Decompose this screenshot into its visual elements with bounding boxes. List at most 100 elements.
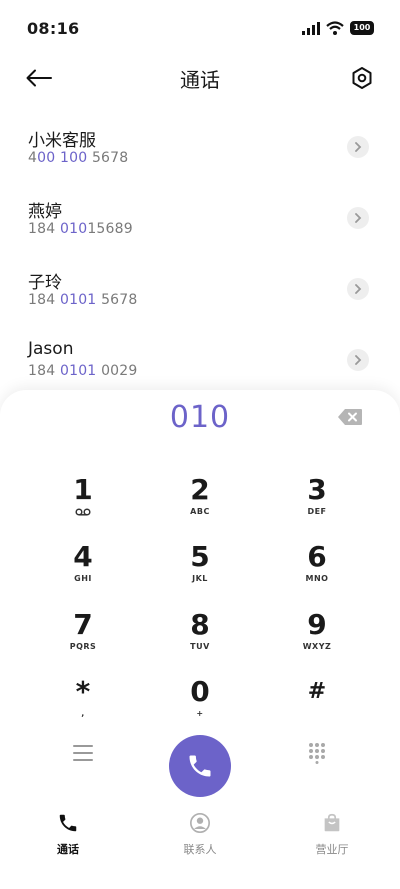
- settings-hexagon-icon: [352, 67, 372, 89]
- contact-row[interactable]: 燕婷 184 01015689: [0, 187, 400, 258]
- key-digit: #: [307, 679, 327, 704]
- page-title: 通话: [180, 67, 220, 92]
- key-4[interactable]: 4 GHI: [38, 541, 128, 597]
- nav-tab-service-hall[interactable]: 营业厅: [292, 812, 372, 857]
- number-suffix: 5678: [87, 150, 129, 166]
- number-suffix: 5678: [96, 292, 138, 308]
- phone-icon: [189, 755, 211, 777]
- bottom-nav: 通话 联系人 营业厅: [0, 812, 400, 862]
- contact-name: 燕婷: [28, 202, 62, 222]
- number-match: 00 100: [37, 150, 88, 166]
- key-9[interactable]: 9 WXYZ: [272, 609, 362, 665]
- chevron-right-icon: [355, 213, 362, 223]
- key-digit: 6: [307, 540, 327, 573]
- key-7[interactable]: 7 PQRS: [38, 609, 128, 665]
- number-match: 010: [59, 221, 88, 237]
- contact-list: 小米客服 400 100 5678 燕婷 184 01015689 子玲 184…: [0, 116, 400, 400]
- chevron-right-icon: [355, 355, 362, 365]
- key-letters: JKL: [192, 574, 208, 583]
- menu-line: [73, 745, 93, 747]
- contact-name: 小米客服: [28, 131, 96, 151]
- key-letters: TUV: [190, 642, 210, 651]
- key-2[interactable]: 2 ABC: [155, 474, 245, 530]
- key-letters: ,: [81, 709, 85, 718]
- key-digit: 3: [307, 473, 327, 506]
- key-3[interactable]: 3 DEF: [272, 474, 362, 530]
- key-8[interactable]: 8 TUV: [155, 609, 245, 665]
- nav-label: 通话: [57, 843, 79, 856]
- key-digit: 0: [190, 675, 210, 708]
- nav-tab-contacts[interactable]: 联系人: [160, 812, 240, 857]
- number-suffix: 0029: [96, 363, 138, 379]
- keypad-grid-icon: [309, 743, 325, 764]
- backspace-icon: [338, 409, 362, 425]
- signal-icon: [302, 21, 320, 35]
- app-bar: 通话: [0, 56, 400, 100]
- contact-detail-button[interactable]: [347, 136, 369, 158]
- status-time: 08:16: [27, 18, 80, 38]
- menu-line: [73, 752, 93, 754]
- number-prefix: 4: [28, 150, 38, 166]
- contact-detail-button[interactable]: [347, 207, 369, 229]
- key-digit: 4: [73, 540, 93, 573]
- key-letters: GHI: [74, 574, 92, 583]
- key-letters: MNO: [305, 574, 329, 583]
- key-6[interactable]: 6 MNO: [272, 541, 362, 597]
- key-digit: 7: [73, 608, 93, 641]
- phone-icon: [59, 814, 77, 832]
- backspace-button[interactable]: [337, 408, 363, 426]
- contact-detail-button[interactable]: [347, 278, 369, 300]
- chevron-right-icon: [355, 142, 362, 152]
- number-prefix: 184: [28, 221, 60, 237]
- key-letters: DEF: [307, 507, 327, 516]
- contact-number: 184 0101 5678: [28, 292, 138, 308]
- key-1[interactable]: 1: [38, 474, 128, 530]
- key-digit: 9: [307, 608, 327, 641]
- contact-icon: [190, 813, 210, 833]
- number-match: 0101: [59, 363, 97, 379]
- key-digit: 2: [190, 473, 210, 506]
- number-prefix: 184: [28, 363, 60, 379]
- contact-number: 184 01015689: [28, 221, 133, 237]
- contact-row[interactable]: 小米客服 400 100 5678: [0, 116, 400, 187]
- nav-label: 联系人: [183, 843, 217, 856]
- contact-name: 子玲: [28, 273, 62, 293]
- key-5[interactable]: 5 JKL: [155, 541, 245, 597]
- contact-number: 184 0101 0029: [28, 363, 138, 379]
- call-button[interactable]: [169, 735, 231, 797]
- contact-detail-button[interactable]: [347, 349, 369, 371]
- battery-icon: 100: [350, 21, 374, 35]
- key-digit: *: [75, 675, 91, 708]
- dialpad-toggle-button[interactable]: [308, 742, 326, 764]
- key-digit: 1: [73, 473, 93, 506]
- number-suffix: 15689: [87, 221, 133, 237]
- key-digit: 8: [190, 608, 210, 641]
- number-prefix: 184: [28, 292, 60, 308]
- back-button[interactable]: [26, 66, 54, 90]
- key-letters: WXYZ: [302, 642, 332, 651]
- contact-row[interactable]: 子玲 184 0101 5678: [0, 258, 400, 329]
- menu-line: [73, 759, 93, 761]
- key-hash[interactable]: #: [272, 676, 362, 732]
- number-match: 0101: [59, 292, 97, 308]
- nav-tab-calls[interactable]: 通话: [28, 812, 108, 857]
- status-bar: 08:16 100: [0, 0, 400, 56]
- settings-button[interactable]: [350, 66, 374, 90]
- voicemail-icon: [75, 508, 91, 516]
- key-0[interactable]: 0 +: [155, 676, 245, 732]
- chevron-right-icon: [355, 284, 362, 294]
- nav-label: 营业厅: [315, 843, 349, 856]
- arrow-left-icon: [26, 69, 52, 87]
- contact-name: Jason: [28, 339, 74, 359]
- shop-bag-icon: [324, 813, 340, 832]
- menu-button[interactable]: [72, 742, 94, 764]
- key-letters: +: [196, 709, 204, 718]
- key-letters: ABC: [190, 507, 210, 516]
- status-icons: 100: [302, 21, 374, 35]
- battery-level: 100: [353, 23, 371, 32]
- key-letters: PQRS: [69, 642, 97, 651]
- contact-number: 400 100 5678: [28, 150, 128, 166]
- wifi-icon: [326, 21, 344, 35]
- key-digit: 5: [190, 540, 210, 573]
- key-star[interactable]: * ,: [38, 676, 128, 732]
